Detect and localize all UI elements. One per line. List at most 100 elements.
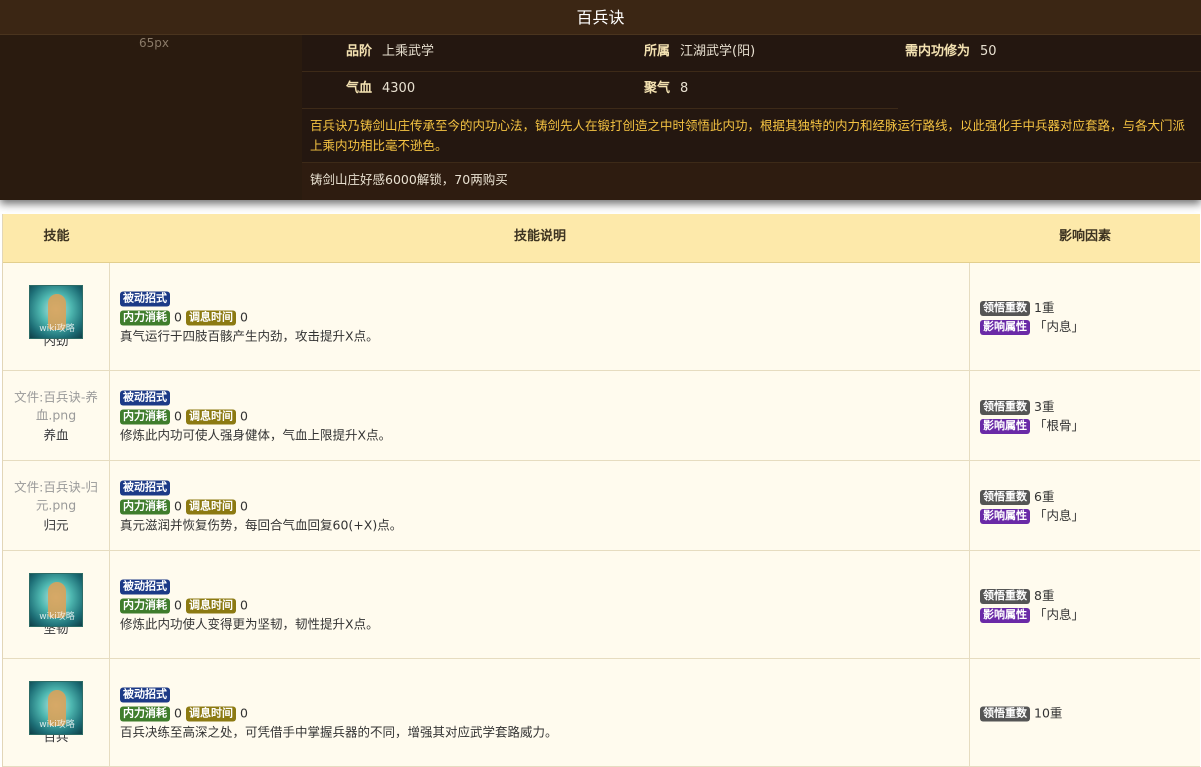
table-header: 技能 技能说明 影响因素	[3, 214, 1200, 263]
missing-image-link[interactable]: 文件:百兵诀-养血.png	[9, 388, 103, 424]
skill-cell: 文件:百兵诀-归元.png 归元	[3, 461, 110, 550]
cooldown-value: 0	[239, 705, 248, 720]
header-skill-desc: 技能说明	[513, 229, 566, 244]
grade-value: 上乘武学	[382, 44, 435, 59]
cooldown-badge: 调息时间	[185, 409, 236, 424]
table-row: 文件:百兵诀-归元.png 归元 被动招式 内力消耗 0 调息时间 0 真元滋润并恢复…	[3, 461, 1200, 551]
skill-image-area: 65px	[0, 35, 302, 200]
attr-badge: 影响属性	[980, 418, 1030, 434]
passive-badge: 被动招式	[120, 390, 170, 405]
factors-cell: 领悟重数 3重 影响属性 「根骨」	[970, 371, 1200, 460]
attr-badge: 影响属性	[980, 319, 1030, 335]
cooldown-badge: 调息时间	[185, 310, 236, 325]
watermark-text: wiki攻略	[39, 719, 75, 730]
cooldown-badge: 调息时间	[185, 598, 236, 613]
belong-attr: 所属 江湖武学(阳)	[644, 35, 755, 71]
cooldown-value: 0	[239, 408, 248, 423]
table-row: wiki攻略 百兵 被动招式 内力消耗 0 调息时间 0 百兵决练至高深之处，可凭借手…	[3, 659, 1200, 767]
skill-cell: wiki攻略 百兵	[3, 659, 110, 766]
belong-value: 江湖武学(阳)	[680, 44, 756, 59]
skills-table: 技能 技能说明 影响因素 wiki攻略 内劲 被动招式 内力消耗 0 调息时间 0 真…	[2, 214, 1200, 767]
hp-label: 气血	[346, 81, 373, 96]
watermark-text: wiki攻略	[39, 611, 75, 622]
skill-cell: wiki攻略 坚韧	[3, 551, 110, 658]
skill-effect-text: 真气运行于四肢百骸产生内劲，攻击提升X点。	[120, 328, 379, 343]
mp-cost-badge: 内力消耗	[120, 409, 170, 424]
skill-info-panel: 百兵诀 65px 品阶 上乘武学 所属 江湖武学(阳) 需内功修为 50 气血 4300…	[0, 0, 1201, 200]
rank-value: 6重	[1034, 488, 1055, 504]
rank-value: 3重	[1034, 398, 1055, 414]
attr-badge: 影响属性	[980, 508, 1030, 524]
cooldown-value: 0	[239, 309, 248, 324]
attr-value: 「根骨」	[1034, 417, 1085, 433]
skill-effect-text: 修炼此内功可使人强身健体，气血上限提升X点。	[120, 427, 392, 442]
image-placeholder-text: 65px	[139, 36, 169, 50]
qi-label: 聚气	[644, 81, 671, 96]
rank-badge: 领悟重数	[980, 300, 1030, 316]
unlock-condition: 铸剑山庄好感6000解锁，70两购买	[302, 163, 1201, 200]
attr-value: 「内息」	[1034, 606, 1085, 622]
skill-description: 百兵诀乃铸剑山庄传承至今的内功心法，铸剑先人在锻打创造之中时领悟此内功，根据其独…	[302, 109, 1201, 163]
cooldown-badge: 调息时间	[185, 499, 236, 514]
skill-cell: wiki攻略 内劲	[3, 263, 110, 370]
rank-value: 8重	[1034, 587, 1055, 603]
mp-cost-value: 0	[174, 498, 182, 513]
skill-effect-text: 真元滋润并恢复伤势，每回合气血回复60(+X)点。	[120, 517, 403, 532]
table-row: 文件:百兵诀-养血.png 养血 被动招式 内力消耗 0 调息时间 0 修炼此内功可使…	[3, 371, 1200, 461]
attribute-area: 品阶 上乘武学 所属 江湖武学(阳) 需内功修为 50 气血 4300 聚气 8 百兵诀乃…	[302, 35, 1201, 200]
mp-cost-value: 0	[174, 705, 182, 720]
grade-attr: 品阶 上乘武学	[346, 35, 434, 71]
mp-cost-badge: 内力消耗	[120, 598, 170, 613]
rank-badge: 领悟重数	[980, 588, 1030, 604]
attr-value: 「内息」	[1034, 507, 1085, 523]
rank-value: 10重	[1034, 705, 1063, 720]
watermark-text: wiki攻略	[39, 323, 75, 334]
hp-attr: 气血 4300	[346, 72, 415, 108]
jianren-icon[interactable]: wiki攻略	[29, 572, 83, 627]
requirement-label: 需内功修为	[905, 44, 971, 59]
cooldown-value: 0	[239, 498, 248, 513]
requirement-value: 50	[980, 44, 997, 59]
attribute-row: 品阶 上乘武学 所属 江湖武学(阳) 需内功修为 50	[302, 35, 1201, 72]
skill-cell: 文件:百兵诀-养血.png 养血	[3, 371, 110, 460]
hp-value: 4300	[382, 81, 416, 96]
table-row: wiki攻略 坚韧 被动招式 内力消耗 0 调息时间 0 修炼此内功使人变得更为坚韧，…	[3, 551, 1200, 659]
skill-desc-cell: 被动招式 内力消耗 0 调息时间 0 真气运行于四肢百骸产生内劲，攻击提升X点。	[110, 263, 970, 370]
table-row: wiki攻略 内劲 被动招式 内力消耗 0 调息时间 0 真气运行于四肢百骸产生内劲，…	[3, 263, 1200, 371]
neijin-icon[interactable]: wiki攻略	[29, 284, 83, 339]
skill-name[interactable]: 养血	[9, 424, 103, 443]
rank-badge: 领悟重数	[980, 399, 1030, 415]
mp-cost-badge: 内力消耗	[120, 706, 170, 721]
missing-image-link[interactable]: 文件:百兵诀-归元.png	[9, 478, 103, 514]
passive-badge: 被动招式	[120, 579, 170, 594]
mp-cost-badge: 内力消耗	[120, 310, 170, 325]
attr-value: 「内息」	[1034, 318, 1085, 334]
qi-value: 8	[680, 81, 689, 96]
rank-badge: 领悟重数	[980, 706, 1030, 721]
header-skill: 技能	[43, 229, 70, 244]
attr-badge: 影响属性	[980, 607, 1030, 623]
mp-cost-badge: 内力消耗	[120, 499, 170, 514]
skill-desc-cell: 被动招式 内力消耗 0 调息时间 0 修炼此内功使人变得更为坚韧，韧性提升X点。	[110, 551, 970, 658]
requirement-attr: 需内功修为 50	[905, 35, 997, 71]
skill-desc-cell: 被动招式 内力消耗 0 调息时间 0 真元滋润并恢复伤势，每回合气血回复60(+X)点…	[110, 461, 970, 550]
attribute-row: 气血 4300 聚气 8	[302, 72, 898, 109]
belong-label: 所属	[644, 44, 671, 59]
skill-name[interactable]: 归元	[9, 514, 103, 533]
rank-value: 1重	[1034, 299, 1055, 315]
passive-badge: 被动招式	[120, 291, 170, 306]
qi-attr: 聚气 8	[644, 72, 688, 108]
cooldown-badge: 调息时间	[185, 706, 236, 721]
mp-cost-value: 0	[174, 597, 182, 612]
factors-cell: 领悟重数 6重 影响属性 「内息」	[970, 461, 1200, 550]
skill-effect-text: 百兵决练至高深之处，可凭借手中掌握兵器的不同，增强其对应武学套路威力。	[120, 724, 558, 739]
skill-desc-cell: 被动招式 内力消耗 0 调息时间 0 百兵决练至高深之处，可凭借手中掌握兵器的不同，增…	[110, 659, 970, 766]
factors-cell: 领悟重数 1重 影响属性 「内息」	[970, 263, 1200, 370]
baibing-icon[interactable]: wiki攻略	[29, 680, 83, 735]
passive-badge: 被动招式	[120, 480, 170, 495]
header-factors: 影响因素	[1058, 229, 1111, 244]
skill-desc-cell: 被动招式 内力消耗 0 调息时间 0 修炼此内功可使人强身健体，气血上限提升X点。	[110, 371, 970, 460]
rank-badge: 领悟重数	[980, 489, 1030, 505]
cooldown-value: 0	[239, 597, 248, 612]
factors-cell: 领悟重数 8重 影响属性 「内息」	[970, 551, 1200, 658]
